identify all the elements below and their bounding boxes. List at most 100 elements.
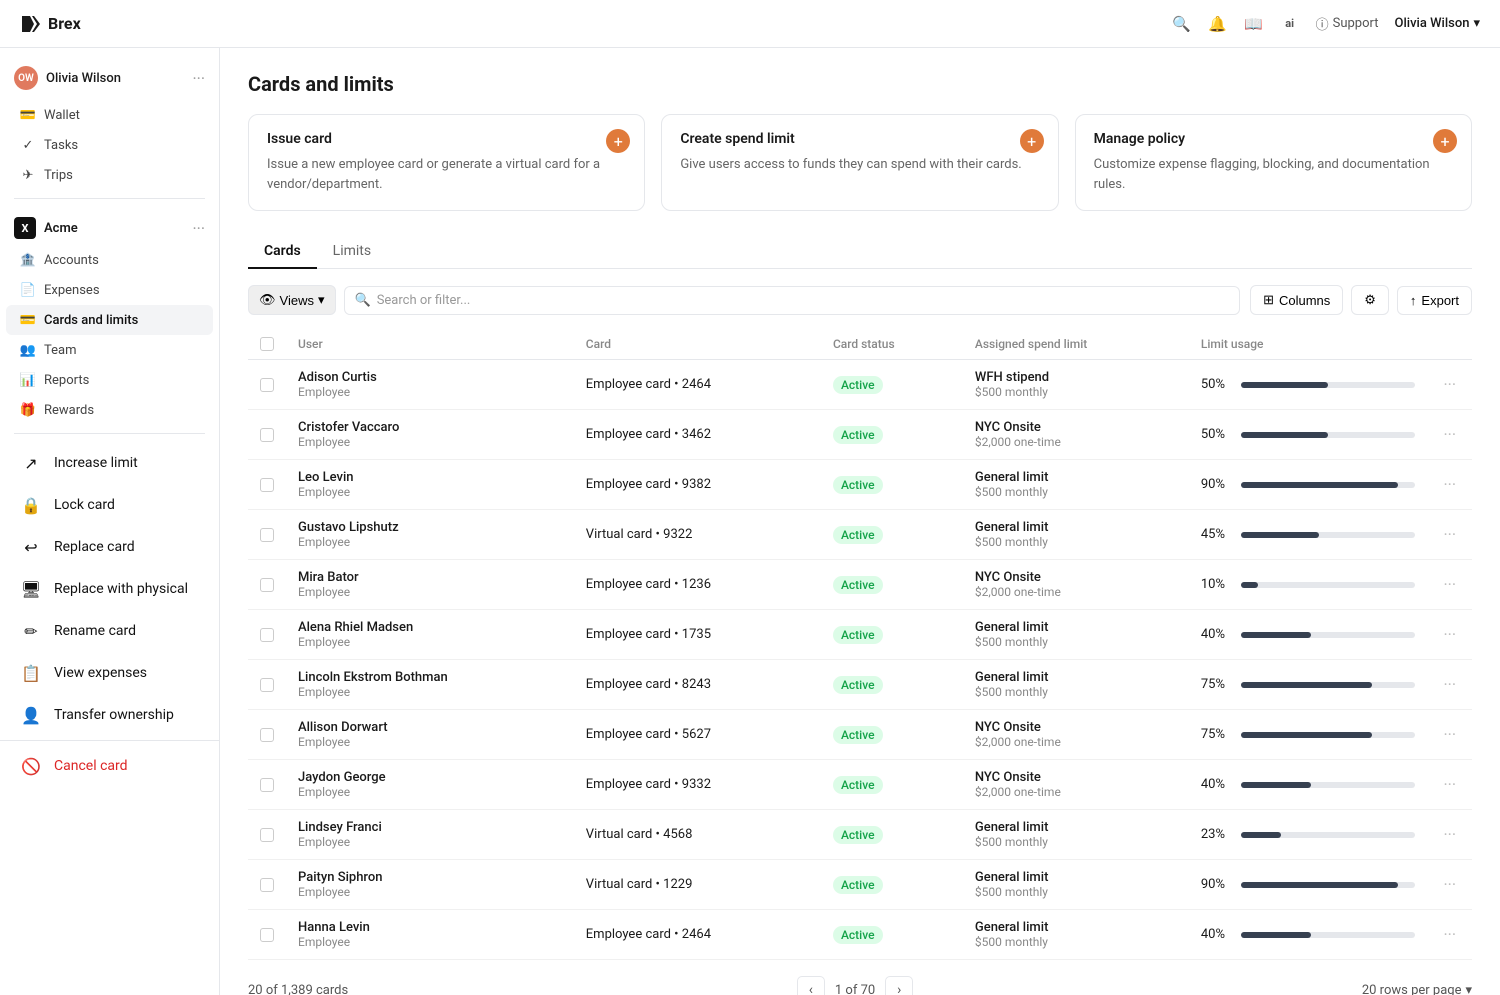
row-more-button[interactable]: ··· (1439, 725, 1460, 744)
ai-icon[interactable]: ai (1280, 14, 1300, 34)
sidebar-item-label: Team (44, 343, 77, 358)
columns-icon: ⊞ (1263, 292, 1274, 308)
context-item-increase-limit[interactable]: ↗ Increase limit (0, 442, 219, 484)
sidebar-item-wallet[interactable]: 💳 Wallet (6, 100, 213, 130)
sidebar-user-more[interactable]: ··· (192, 69, 205, 88)
search-icon[interactable]: 🔍 (1172, 14, 1192, 34)
table-row: Lindsey Franci Employee Virtual card • 4… (248, 810, 1472, 860)
table-row: Hanna Levin Employee Employee card • 246… (248, 910, 1472, 960)
sidebar-item-expenses[interactable]: 📄 Expenses (6, 275, 213, 305)
row-more-button[interactable]: ··· (1439, 925, 1460, 944)
navbar-username: Olivia Wilson (1395, 16, 1470, 31)
row-checkbox[interactable] (260, 878, 274, 892)
sidebar-item-label: Trips (44, 168, 73, 183)
sidebar-item-accounts[interactable]: 🏦 Accounts (6, 245, 213, 275)
sidebar-item-trips[interactable]: ✈ Trips (6, 160, 213, 190)
expenses-icon: 📄 (20, 282, 36, 298)
prev-page-button[interactable]: ‹ (797, 976, 825, 995)
row-checkbox[interactable] (260, 778, 274, 792)
context-item-rename[interactable]: ✏ Rename card (0, 610, 219, 652)
progress-bar-fill (1241, 432, 1328, 438)
table-row: Jaydon George Employee Employee card • 9… (248, 760, 1472, 810)
usage-cell: 75% (1201, 677, 1416, 692)
row-more-button[interactable]: ··· (1439, 525, 1460, 544)
export-button[interactable]: ↑ Export (1397, 286, 1472, 315)
col-status: Card status (821, 329, 963, 360)
tab-cards[interactable]: Cards (248, 235, 317, 269)
row-more-button[interactable]: ··· (1439, 475, 1460, 494)
table-row: Allison Dorwart Employee Employee card •… (248, 710, 1472, 760)
limit-detail: $500 monthly (975, 835, 1177, 849)
row-checkbox[interactable] (260, 428, 274, 442)
support-button[interactable]: ⓘ Support (1316, 14, 1379, 33)
row-checkbox[interactable] (260, 828, 274, 842)
bell-icon[interactable]: 🔔 (1208, 14, 1228, 34)
user-role: Employee (298, 585, 562, 599)
row-checkbox[interactable] (260, 378, 274, 392)
search-box[interactable]: 🔍 Search or filter... (344, 286, 1241, 315)
context-item-transfer[interactable]: 👤 Transfer ownership (0, 694, 219, 736)
card-number: Employee card • 2464 (574, 360, 821, 410)
usage-cell: 50% (1201, 377, 1416, 392)
row-more-button[interactable]: ··· (1439, 625, 1460, 644)
sidebar-item-label: Accounts (44, 253, 99, 268)
sidebar-item-reports[interactable]: 📊 Reports (6, 365, 213, 395)
sidebar-item-team[interactable]: 👥 Team (6, 335, 213, 365)
org-name: Acme (44, 221, 78, 236)
context-item-replace-card[interactable]: ↩ Replace card (0, 526, 219, 568)
row-more-button[interactable]: ··· (1439, 375, 1460, 394)
search-placeholder: Search or filter... (377, 293, 471, 308)
row-checkbox[interactable] (260, 528, 274, 542)
context-item-lock-card[interactable]: 🔒 Lock card (0, 484, 219, 526)
limit-detail: $2,000 one-time (975, 435, 1177, 449)
row-checkbox[interactable] (260, 628, 274, 642)
tab-limits[interactable]: Limits (317, 235, 387, 269)
sidebar-item-cards[interactable]: 💳 Cards and limits (6, 305, 213, 335)
row-checkbox[interactable] (260, 578, 274, 592)
row-checkbox[interactable] (260, 678, 274, 692)
usage-pct: 45% (1201, 527, 1233, 542)
row-more-button[interactable]: ··· (1439, 675, 1460, 694)
user-name: Lindsey Franci (298, 820, 562, 835)
manage-policy-button[interactable]: + (1433, 129, 1457, 153)
usage-cell: 10% (1201, 577, 1416, 592)
user-name: Lincoln Ekstrom Bothman (298, 670, 562, 685)
row-more-button[interactable]: ··· (1439, 825, 1460, 844)
limit-name: NYC Onsite (975, 570, 1177, 585)
context-item-label: Lock card (54, 497, 115, 513)
sidebar-item-rewards[interactable]: 🎁 Rewards (6, 395, 213, 425)
sidebar-divider (14, 198, 205, 199)
context-item-view-expenses[interactable]: 📋 View expenses (0, 652, 219, 694)
create-spend-limit-button[interactable]: + (1020, 129, 1044, 153)
card-number: Virtual card • 9322 (574, 510, 821, 560)
usage-pct: 50% (1201, 377, 1233, 392)
org-more[interactable]: ··· (192, 219, 205, 238)
status-badge: Active (833, 776, 883, 794)
sidebar-item-tasks[interactable]: ✓ Tasks (6, 130, 213, 160)
col-user: User (286, 329, 574, 360)
card-number: Employee card • 1236 (574, 560, 821, 610)
limit-detail: $2,000 one-time (975, 735, 1177, 749)
row-more-button[interactable]: ··· (1439, 875, 1460, 894)
row-more-button[interactable]: ··· (1439, 425, 1460, 444)
progress-bar-bg (1241, 882, 1416, 888)
next-page-button[interactable]: › (885, 976, 913, 995)
row-checkbox[interactable] (260, 478, 274, 492)
row-more-button[interactable]: ··· (1439, 775, 1460, 794)
rows-per-page-selector[interactable]: 20 rows per page ▾ (1362, 983, 1472, 995)
issue-card-button[interactable]: + (606, 129, 630, 153)
book-icon[interactable]: 📖 (1244, 14, 1264, 34)
row-checkbox[interactable] (260, 728, 274, 742)
select-all-checkbox[interactable] (260, 337, 274, 351)
rows-chevron-icon: ▾ (1465, 983, 1472, 995)
action-card-spend-desc: Give users access to funds they can spen… (680, 155, 1039, 175)
row-more-button[interactable]: ··· (1439, 575, 1460, 594)
columns-button[interactable]: ⊞ Columns (1250, 285, 1343, 315)
user-menu[interactable]: Olivia Wilson ▾ (1395, 16, 1481, 31)
action-card-issue-title: Issue card (267, 131, 626, 147)
context-item-cancel-card[interactable]: 🚫 Cancel card (0, 745, 219, 787)
context-item-replace-physical[interactable]: 🖥 Replace with physical (0, 568, 219, 610)
views-button[interactable]: 👁 Views ▾ (248, 285, 336, 315)
row-checkbox[interactable] (260, 928, 274, 942)
filter-button[interactable]: ⚙ (1351, 285, 1389, 315)
